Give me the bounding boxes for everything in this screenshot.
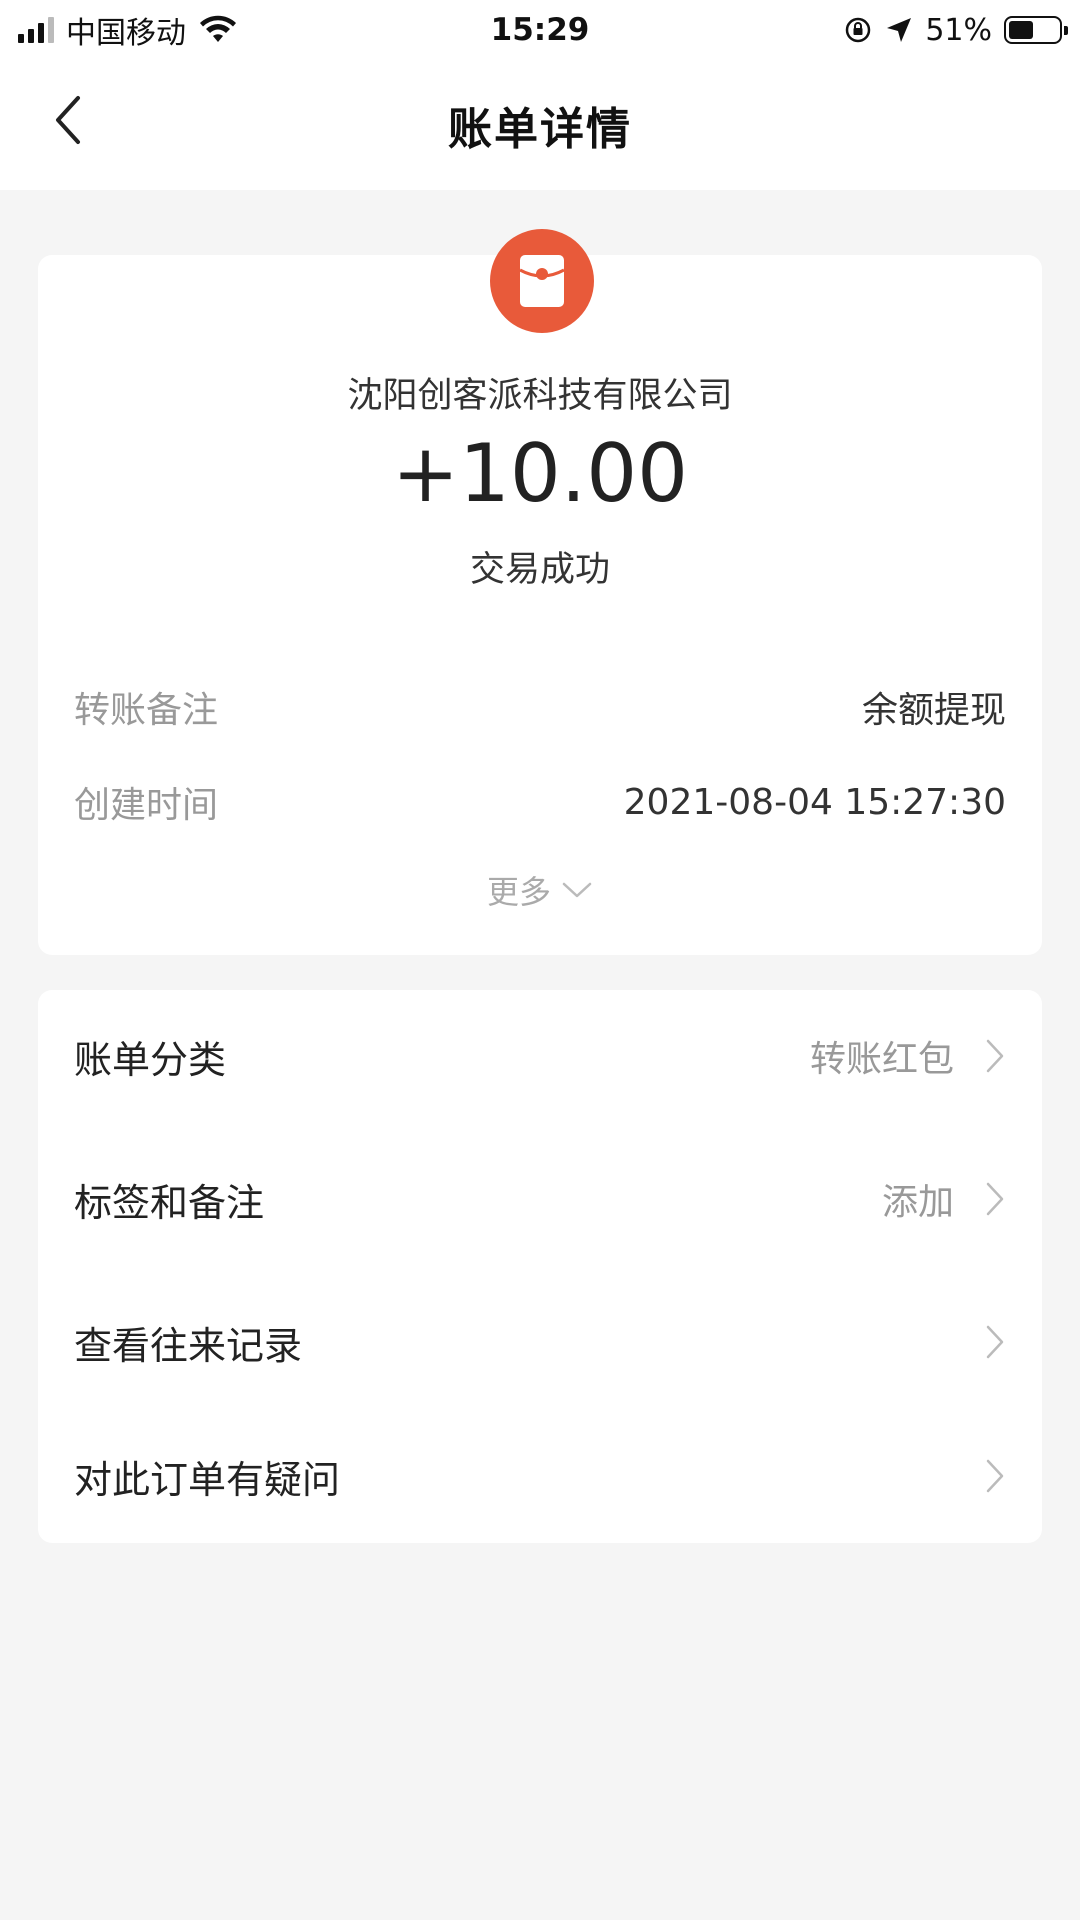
menu-item-right: 添加 xyxy=(882,1173,1006,1225)
detail-row-remark: 转账备注 余额提现 xyxy=(74,682,1006,732)
status-time: 15:29 xyxy=(490,12,590,48)
detail-value: 余额提现 xyxy=(861,690,1006,731)
menu-item-value: 添加 xyxy=(881,1182,954,1223)
chevron-down-icon xyxy=(562,882,592,898)
menu-item-right xyxy=(984,1323,1006,1361)
detail-row-created-time: 创建时间 2021-08-04 15:27:30 xyxy=(74,777,1006,827)
carrier-name: 中国移动 xyxy=(66,16,186,51)
menu-item-bill-category[interactable]: 账单分类 转账红包 xyxy=(74,1016,1006,1096)
menu-item-right: 转账红包 xyxy=(810,1030,1006,1082)
menu-item-tags-and-notes[interactable]: 标签和备注 添加 xyxy=(74,1159,1006,1239)
battery-icon xyxy=(1004,16,1068,44)
menu-item-label: 查看往来记录 xyxy=(74,1323,303,1368)
signal-icon xyxy=(18,17,54,43)
chevron-right-icon xyxy=(986,1325,1004,1359)
page-title: 账单详情 xyxy=(448,104,632,155)
detail-label: 转账备注 xyxy=(74,690,219,731)
bill-actions-card: 账单分类 转账红包 标签和备注 添加 查看往来记录 对此订单有疑问 xyxy=(38,990,1042,1543)
status-bar: 中国移动 15:29 51% xyxy=(0,0,1080,60)
transaction-status: 交易成功 xyxy=(469,550,610,590)
chevron-right-icon xyxy=(986,1182,1004,1216)
bill-summary-card: 沈阳创客派科技有限公司 +10.00 交易成功 转账备注 余额提现 创建时间 2… xyxy=(38,229,1042,955)
status-left: 中国移动 xyxy=(18,8,378,52)
merchant-name: 沈阳创客派科技有限公司 xyxy=(347,376,733,416)
more-label: 更多 xyxy=(486,873,551,911)
menu-item-order-question[interactable]: 对此订单有疑问 xyxy=(74,1436,1006,1516)
detail-label: 创建时间 xyxy=(74,785,219,826)
menu-item-right xyxy=(984,1457,1006,1495)
chevron-right-icon xyxy=(986,1039,1004,1073)
menu-item-label: 对此订单有疑问 xyxy=(74,1457,341,1502)
menu-item-label: 标签和备注 xyxy=(74,1180,265,1225)
status-right: 51% xyxy=(702,12,1068,48)
menu-item-value: 转账红包 xyxy=(809,1039,954,1080)
rotation-lock-icon xyxy=(846,17,871,43)
more-toggle[interactable]: 更多 xyxy=(38,867,1042,913)
transaction-amount: +10.00 xyxy=(391,427,689,520)
detail-value: 2021-08-04 15:27:30 xyxy=(623,781,1006,823)
chevron-right-icon xyxy=(986,1459,1004,1493)
location-arrow-icon xyxy=(887,18,912,42)
menu-item-label: 账单分类 xyxy=(74,1037,227,1082)
red-packet-icon xyxy=(490,229,594,333)
battery-percent: 51% xyxy=(925,12,992,48)
chevron-left-icon[interactable] xyxy=(48,88,92,152)
wifi-icon xyxy=(200,15,236,42)
battery-fill xyxy=(1009,21,1034,39)
menu-item-transaction-history[interactable]: 查看往来记录 xyxy=(74,1302,1006,1382)
nav-bar: 账单详情 xyxy=(0,60,1080,190)
bill-detail-page: 中国移动 15:29 51% 账单详情 沈阳创客派科技有限公司 +10.00 交… xyxy=(0,0,1080,1920)
